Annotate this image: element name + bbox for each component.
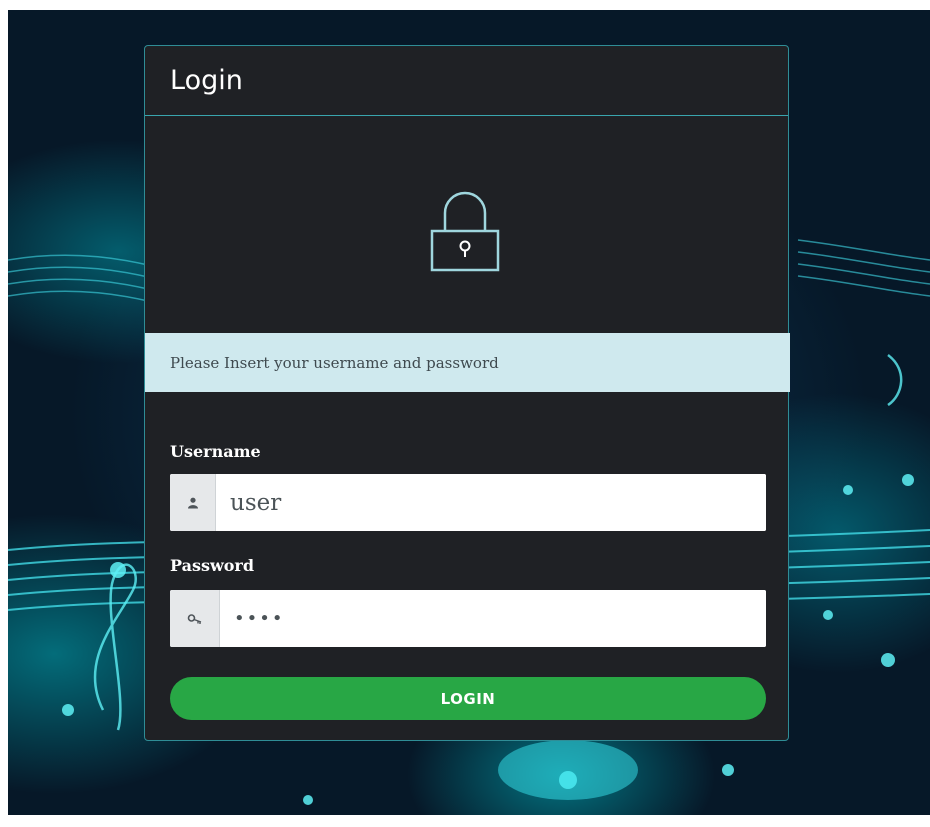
lock-icon: [425, 173, 505, 273]
login-card: Login Please Insert your username and pa…: [144, 45, 790, 741]
card-header: Login: [145, 46, 788, 116]
username-label: Username: [170, 442, 261, 461]
login-button[interactable]: LOGIN: [170, 677, 766, 720]
card-title: Login: [170, 65, 243, 96]
password-input-group: [170, 590, 766, 647]
password-input[interactable]: [220, 590, 766, 647]
key-icon: [170, 590, 220, 647]
user-icon: [170, 474, 216, 531]
password-label: Password: [170, 556, 255, 575]
username-input[interactable]: [216, 474, 766, 531]
username-input-group: [170, 474, 766, 531]
info-alert: Please Insert your username and password: [145, 333, 790, 392]
